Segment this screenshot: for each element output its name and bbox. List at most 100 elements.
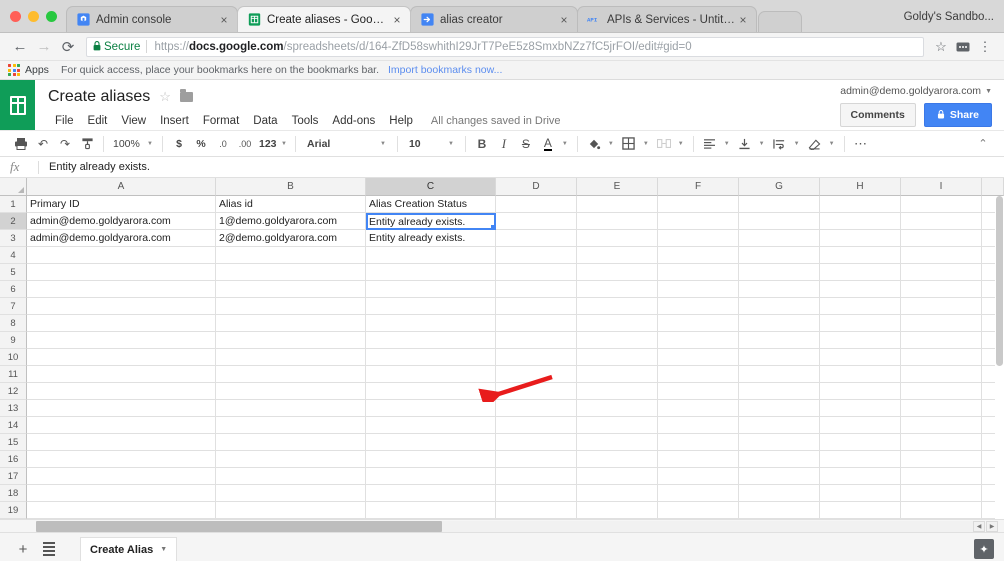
- cell-e2[interactable]: [577, 213, 658, 230]
- cell-d15[interactable]: [496, 434, 577, 451]
- cell-g15[interactable]: [739, 434, 820, 451]
- cell-a5[interactable]: [27, 264, 216, 281]
- row-header-3[interactable]: 3: [0, 230, 27, 247]
- cell-e9[interactable]: [577, 332, 658, 349]
- comments-button[interactable]: Comments: [839, 103, 916, 127]
- minimize-window-button[interactable]: [28, 11, 39, 22]
- cell-c18[interactable]: [366, 485, 496, 502]
- cell-d18[interactable]: [496, 485, 577, 502]
- cell-c7[interactable]: [366, 298, 496, 315]
- cell-d2[interactable]: [496, 213, 577, 230]
- cell-f11[interactable]: [658, 366, 739, 383]
- formula-input[interactable]: Entity already exists.: [49, 161, 150, 173]
- cell-i10[interactable]: [901, 349, 982, 366]
- more-toolbar-options-icon[interactable]: ⋯: [850, 133, 872, 155]
- cell-i11[interactable]: [901, 366, 982, 383]
- cell-b6[interactable]: [216, 281, 366, 298]
- cell-a19[interactable]: [27, 502, 216, 519]
- row-header-16[interactable]: 16: [0, 451, 27, 468]
- column-header-h[interactable]: H: [820, 178, 901, 196]
- cell-g2[interactable]: [739, 213, 820, 230]
- cell-h8[interactable]: [820, 315, 901, 332]
- cell-a10[interactable]: [27, 349, 216, 366]
- cell-g13[interactable]: [739, 400, 820, 417]
- menu-data[interactable]: Data: [246, 113, 284, 129]
- cell-d9[interactable]: [496, 332, 577, 349]
- cell-a8[interactable]: [27, 315, 216, 332]
- cell-e13[interactable]: [577, 400, 658, 417]
- cell-i6[interactable]: [901, 281, 982, 298]
- paint-format-icon[interactable]: [76, 133, 98, 155]
- cell-c10[interactable]: [366, 349, 496, 366]
- row-header-18[interactable]: 18: [0, 485, 27, 502]
- fill-color-icon[interactable]: [583, 133, 605, 155]
- cell-d7[interactable]: [496, 298, 577, 315]
- close-icon[interactable]: ×: [557, 14, 571, 26]
- cell-a4[interactable]: [27, 247, 216, 264]
- cell-i9[interactable]: [901, 332, 982, 349]
- collapse-toolbar-icon[interactable]: ⌃: [972, 133, 994, 155]
- forward-icon[interactable]: →: [32, 35, 56, 59]
- cell-f14[interactable]: [658, 417, 739, 434]
- cell-h6[interactable]: [820, 281, 901, 298]
- cell-a17[interactable]: [27, 468, 216, 485]
- text-color-button[interactable]: A: [537, 133, 559, 155]
- close-icon[interactable]: ×: [390, 14, 404, 26]
- folder-icon[interactable]: [179, 89, 193, 102]
- print-icon[interactable]: [10, 133, 32, 155]
- apps-bookmark-label[interactable]: Apps: [25, 64, 49, 76]
- cell-d4[interactable]: [496, 247, 577, 264]
- cell-a3[interactable]: admin@demo.goldyarora.com: [27, 230, 216, 247]
- all-sheets-icon[interactable]: [36, 536, 62, 561]
- cell-g7[interactable]: [739, 298, 820, 315]
- cell-a15[interactable]: [27, 434, 216, 451]
- chevron-down-icon[interactable]: ▼: [380, 141, 386, 147]
- cell-c15[interactable]: [366, 434, 496, 451]
- cell-b1[interactable]: Alias id: [216, 196, 366, 213]
- cell-b11[interactable]: [216, 366, 366, 383]
- cell-c13[interactable]: [366, 400, 496, 417]
- cell-f9[interactable]: [658, 332, 739, 349]
- page-title[interactable]: Create aliases: [48, 88, 150, 106]
- cell-d3[interactable]: [496, 230, 577, 247]
- cell-d6[interactable]: [496, 281, 577, 298]
- row-header-14[interactable]: 14: [0, 417, 27, 434]
- chevron-down-icon[interactable]: ▼: [829, 141, 835, 147]
- cell-a16[interactable]: [27, 451, 216, 468]
- row-header-7[interactable]: 7: [0, 298, 27, 315]
- vertical-scroll-thumb[interactable]: [996, 196, 1003, 366]
- cell-i5[interactable]: [901, 264, 982, 281]
- cell-b8[interactable]: [216, 315, 366, 332]
- text-rotation-icon[interactable]: [804, 133, 826, 155]
- apps-grid-icon[interactable]: [8, 64, 20, 76]
- browser-tab-alias-creator[interactable]: alias creator ×: [410, 6, 578, 32]
- cell-d19[interactable]: [496, 502, 577, 519]
- cell-b10[interactable]: [216, 349, 366, 366]
- cell-e6[interactable]: [577, 281, 658, 298]
- horizontal-align-icon[interactable]: [699, 133, 721, 155]
- row-header-4[interactable]: 4: [0, 247, 27, 264]
- profile-name[interactable]: Goldy's Sandbo...: [896, 11, 1004, 32]
- menu-view[interactable]: View: [114, 113, 153, 129]
- chevron-down-icon[interactable]: ▼: [678, 141, 684, 147]
- cell-b9[interactable]: [216, 332, 366, 349]
- browser-tab-admin-console[interactable]: Admin console ×: [66, 6, 238, 32]
- cell-b16[interactable]: [216, 451, 366, 468]
- cell-g10[interactable]: [739, 349, 820, 366]
- cell-i18[interactable]: [901, 485, 982, 502]
- bookmark-star-icon[interactable]: ☆: [930, 36, 952, 58]
- cell-d8[interactable]: [496, 315, 577, 332]
- cell-g6[interactable]: [739, 281, 820, 298]
- cell-b17[interactable]: [216, 468, 366, 485]
- cell-g17[interactable]: [739, 468, 820, 485]
- browser-tab-create-aliases[interactable]: Create aliases - Google Sheets ×: [237, 6, 411, 32]
- reload-icon[interactable]: ⟳: [56, 35, 80, 59]
- menu-format[interactable]: Format: [196, 113, 246, 129]
- cell-b19[interactable]: [216, 502, 366, 519]
- cell-e7[interactable]: [577, 298, 658, 315]
- cell-b3[interactable]: 2@demo.goldyarora.com: [216, 230, 366, 247]
- close-icon[interactable]: ×: [736, 14, 750, 26]
- cell-e8[interactable]: [577, 315, 658, 332]
- italic-button[interactable]: I: [493, 133, 515, 155]
- cell-f1[interactable]: [658, 196, 739, 213]
